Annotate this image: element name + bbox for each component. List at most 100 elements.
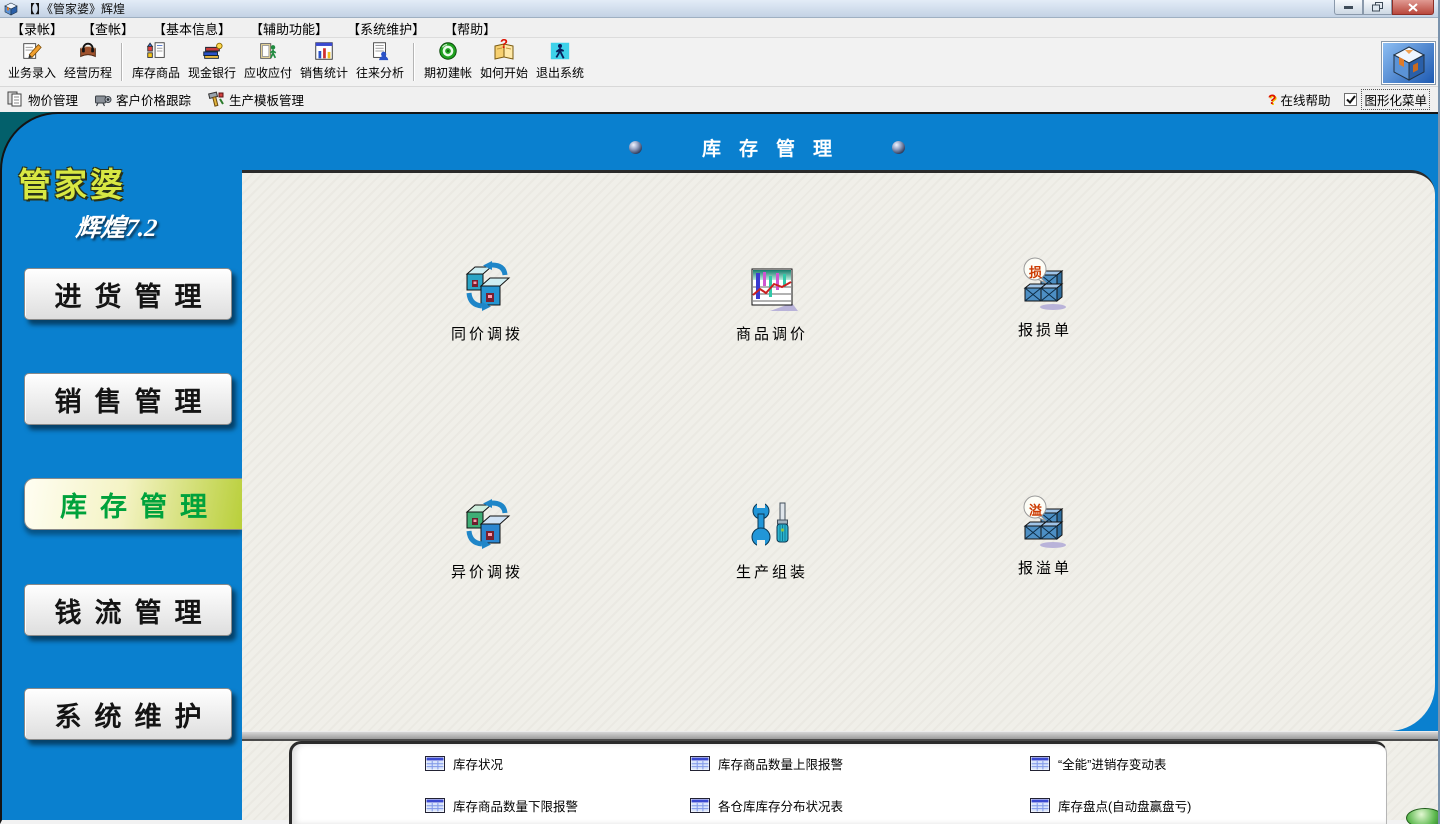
- subtoolbar-label: 客户价格跟踪: [116, 90, 191, 109]
- grid-item-label: 同价调拨: [451, 323, 523, 344]
- inventory-boxes-icon: [144, 40, 168, 62]
- toolbar-cash-bank[interactable]: 现金银行: [184, 40, 240, 84]
- toolbar-business-entry[interactable]: 业务录入: [4, 40, 60, 84]
- page-title: 库存管理: [684, 134, 850, 161]
- toolbar-operation-history[interactable]: 经营历程: [60, 40, 116, 84]
- reports-panel: 库存状况 库存商品数: [289, 741, 1387, 824]
- sidebar-item-system[interactable]: 系统维护: [24, 688, 232, 740]
- graphical-menu-checkbox[interactable]: [1344, 93, 1357, 106]
- menu-record[interactable]: 【录帐】: [6, 18, 68, 39]
- menu-help[interactable]: 【帮助】: [439, 18, 501, 39]
- sidebar-item-label: 销售管理: [42, 380, 215, 419]
- toolbar-separator: [121, 43, 123, 81]
- toolbar-label: 库存商品: [132, 64, 180, 81]
- toolbar-sales-stats[interactable]: 销售统计: [296, 40, 352, 84]
- sidebar-item-cashflow[interactable]: 钱流管理: [24, 584, 232, 636]
- graphical-menu-toggle[interactable]: 图形化菜单: [1344, 89, 1430, 110]
- toolbar-label: 业务录入: [8, 64, 56, 81]
- pen-document-icon: [20, 40, 44, 62]
- grid-item-production-assembly[interactable]: 生产组装: [712, 499, 832, 582]
- bottom-region: 库存状况 库存商品数: [242, 731, 1438, 820]
- grid-item-same-price-transfer[interactable]: 同价调拨: [427, 261, 547, 344]
- app-window: 【】《管家婆》辉煌 【录帐】 【查帐】 【基本信息】 【辅助功能】 【系统维护】: [0, 0, 1440, 824]
- page-header: 库存管理: [542, 132, 992, 162]
- report-lower-limit-alarm[interactable]: 库存商品数量下限报警: [425, 796, 578, 815]
- main-area: 库存管理 管家婆 辉煌7.2 进货管理 销售管理 库存管理 钱流管理 系统维护: [0, 110, 1438, 824]
- brand-name: 管家婆: [18, 158, 228, 206]
- sidebar-item-inventory[interactable]: 库存管理: [24, 478, 242, 530]
- sidebar-item-sales[interactable]: 销售管理: [24, 373, 232, 425]
- toolbar-initial-account[interactable]: 期初建帐: [420, 40, 476, 84]
- toolbar-receivable-payable[interactable]: 应收应付: [240, 40, 296, 84]
- report-upper-limit-alarm[interactable]: 库存商品数量上限报警: [690, 754, 843, 773]
- app-icon: [4, 2, 18, 16]
- overflow-badge: 溢: [1028, 500, 1043, 519]
- book-headset-icon: [76, 40, 100, 62]
- toolbar-label: 现金银行: [188, 64, 236, 81]
- report-stocktaking[interactable]: 库存盘点(自动盘赢盘亏): [1030, 796, 1191, 815]
- toolbar-inventory-goods[interactable]: 库存商品: [128, 40, 184, 84]
- online-help-label: 在线帮助: [1280, 90, 1330, 109]
- close-icon: [1408, 3, 1418, 12]
- grid-item-diff-price-transfer[interactable]: 异价调拨: [427, 499, 547, 582]
- table-report-icon: [425, 798, 445, 813]
- table-report-icon: [1030, 798, 1050, 813]
- bottom-background: 库存状况 库存商品数: [242, 741, 1438, 820]
- brand-logo: 管家婆 辉煌7.2: [18, 158, 228, 244]
- toolbar-label: 如何开始: [480, 64, 528, 81]
- toolbar-how-to-start[interactable]: ? 如何开始: [476, 40, 532, 84]
- subtoolbar-customer-price-tracking[interactable]: 客户价格跟踪: [94, 90, 191, 109]
- online-help-button[interactable]: ? 在线帮助: [1268, 90, 1331, 109]
- subtoolbar-label: 生产模板管理: [229, 90, 304, 109]
- brand-version: 辉煌7.2: [74, 208, 230, 244]
- menu-query[interactable]: 【查帐】: [77, 18, 139, 39]
- grid-item-price-adjust[interactable]: 商品调价: [712, 261, 832, 344]
- graphical-menu-label: 图形化菜单: [1361, 89, 1430, 110]
- grid-item-loss-note[interactable]: 损 报损单: [985, 257, 1105, 340]
- toolbar-exit-system[interactable]: 退出系统: [532, 40, 588, 84]
- grid-item-overflow-note[interactable]: 溢 报溢单: [985, 495, 1105, 578]
- content-panel: 同价调拨: [242, 170, 1435, 731]
- sidebar-item-purchase[interactable]: 进货管理: [24, 268, 232, 320]
- menu-aux-functions[interactable]: 【辅助功能】: [245, 18, 333, 39]
- subtoolbar-production-template[interactable]: 生产模板管理: [207, 90, 304, 109]
- check-icon: [1346, 95, 1356, 104]
- walking-exit-icon: [548, 40, 572, 62]
- question-mark-icon: ?: [1268, 91, 1277, 107]
- ledger-stack-icon: [200, 40, 224, 62]
- menu-system-maintenance[interactable]: 【系统维护】: [342, 18, 430, 39]
- table-report-icon: [690, 798, 710, 813]
- report-almighty-change-table[interactable]: “全能”进销存变动表: [1030, 754, 1166, 773]
- grid-item-label: 生产组装: [736, 561, 808, 582]
- subtoolbar-label: 物价管理: [28, 90, 78, 109]
- report-label: 库存商品数量下限报警: [453, 796, 578, 815]
- sub-toolbar: 物价管理 客户价格跟踪 生产模板管理 ? 在线帮助: [0, 88, 1438, 110]
- door-person-icon: [256, 40, 280, 62]
- boxes-overflow-icon: [1017, 495, 1073, 551]
- warehouse-swap-icon: [459, 261, 515, 317]
- question-glyph: ?: [500, 36, 508, 51]
- separator-band: [242, 731, 1438, 741]
- toolbar-label: 销售统计: [300, 64, 348, 81]
- main-toolbar: 业务录入 经营历程 库存商品: [0, 38, 1438, 87]
- menu-basic-info[interactable]: 【基本信息】: [148, 18, 236, 39]
- report-label: 库存状况: [453, 754, 503, 773]
- blue-page: 库存管理 管家婆 辉煌7.2 进货管理 销售管理 库存管理 钱流管理 系统维护: [0, 112, 1438, 824]
- restore-button[interactable]: [1363, 0, 1392, 15]
- cube-logo-icon: [1391, 44, 1427, 82]
- window-controls: [1334, 0, 1434, 15]
- report-inventory-status[interactable]: 库存状况: [425, 754, 503, 773]
- report-label: 各仓库库存分布状况表: [718, 796, 843, 815]
- minimize-button[interactable]: [1334, 0, 1363, 15]
- toolbar-contact-analysis[interactable]: 往来分析: [352, 40, 408, 84]
- subtoolbar-price-management[interactable]: 物价管理: [6, 90, 78, 109]
- table-report-icon: [690, 756, 710, 771]
- close-button[interactable]: [1392, 0, 1434, 15]
- warehouse-swap-diff-icon: [459, 499, 515, 555]
- tools-icon: [207, 90, 225, 108]
- report-label: “全能”进销存变动表: [1058, 754, 1166, 773]
- toolbar-label: 经营历程: [64, 64, 112, 81]
- grid-item-label: 异价调拨: [451, 561, 523, 582]
- sidebar-item-label: 钱流管理: [42, 591, 215, 630]
- report-warehouse-distribution[interactable]: 各仓库库存分布状况表: [690, 796, 843, 815]
